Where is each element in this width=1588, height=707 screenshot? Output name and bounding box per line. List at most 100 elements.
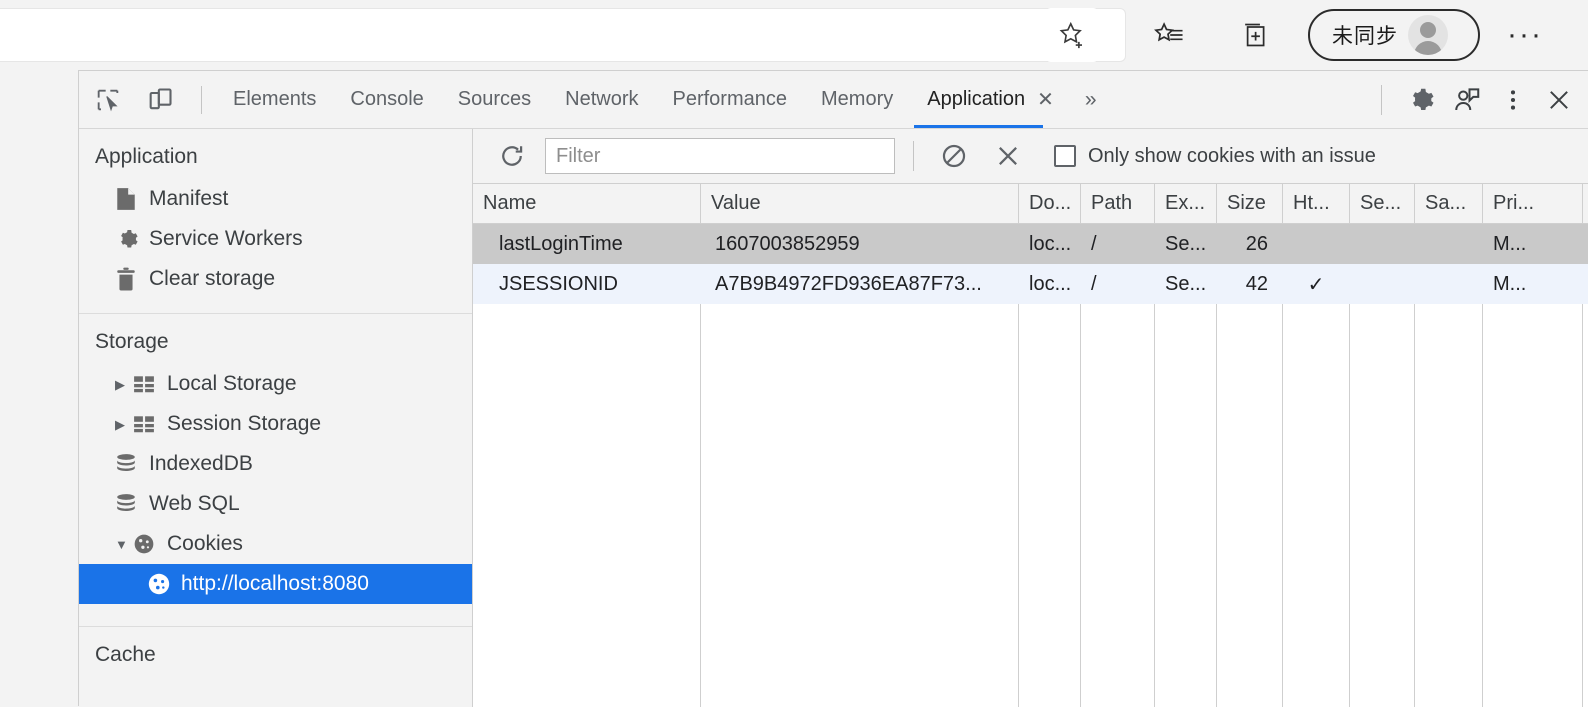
column-header-size[interactable]: Size [1217, 184, 1283, 223]
devtools-content: Application Manifest Service Workers [79, 129, 1588, 707]
cookie-icon [133, 533, 163, 555]
tab-performance[interactable]: Performance [656, 71, 805, 128]
cookies-filter-bar: Only show cookies with an issue [473, 129, 1588, 184]
sidebar-item-service-workers[interactable]: Service Workers [79, 219, 472, 259]
chevron-down-icon[interactable]: ▼ [115, 538, 133, 551]
column-header-value[interactable]: Value [701, 184, 1019, 223]
tab-label: Sources [458, 88, 531, 111]
tab-label: Network [565, 88, 638, 111]
sidebar-item-label: http://localhost:8080 [181, 572, 369, 596]
chevron-right-icon[interactable]: ▶ [115, 418, 133, 431]
sidebar-item-session-storage[interactable]: ▶ Session Storage [79, 404, 472, 444]
only-issues-checkbox-row[interactable]: Only show cookies with an issue [1054, 145, 1376, 168]
cell-path: / [1081, 264, 1155, 304]
tab-memory[interactable]: Memory [804, 71, 910, 128]
tab-label: Memory [821, 88, 893, 111]
clear-all-cookies-icon[interactable] [932, 134, 976, 178]
more-options-icon[interactable] [1490, 77, 1536, 123]
sidebar-item-indexeddb[interactable]: IndexedDB [79, 444, 472, 484]
tab-elements[interactable]: Elements [216, 71, 333, 128]
device-toolbar-icon[interactable] [137, 77, 183, 123]
browser-more-settings-icon[interactable]: ··· [1498, 20, 1552, 50]
chevron-double-right-glyph: » [1085, 88, 1097, 112]
only-issues-checkbox[interactable] [1054, 145, 1076, 167]
cell-priority: M... [1483, 224, 1583, 264]
sidebar-item-manifest[interactable]: Manifest [79, 179, 472, 219]
only-issues-label: Only show cookies with an issue [1088, 145, 1376, 168]
table-header-row: Name Value Do... Path Ex... Size Ht... S… [473, 184, 1588, 224]
tab-overflow-icon[interactable]: » [1071, 71, 1111, 128]
cell-samesite [1415, 224, 1483, 264]
sidebar-item-local-storage[interactable]: ▶ Local Storage [79, 364, 472, 404]
column-header-name[interactable]: Name [473, 184, 701, 223]
table-row[interactable]: lastLoginTime 1607003852959 loc... / Se.… [473, 224, 1588, 264]
cell-samesite [1415, 264, 1483, 304]
refresh-icon[interactable] [491, 135, 533, 177]
sidebar-section-cache-title: Cache [79, 627, 472, 677]
toolbar-separator [1381, 85, 1382, 115]
sidebar-item-clear-storage[interactable]: Clear storage [79, 259, 472, 299]
column-header-domain[interactable]: Do... [1019, 184, 1081, 223]
sidebar-item-label: Service Workers [149, 227, 303, 251]
devtools-toolbar-actions [1365, 71, 1588, 128]
sidebar-item-label: Local Storage [167, 372, 297, 396]
cell-size: 42 [1217, 264, 1283, 304]
sidebar-item-label: Web SQL [149, 492, 240, 516]
tab-label: Application [927, 88, 1025, 111]
filter-separator [913, 141, 914, 171]
cell-name: JSESSIONID [473, 264, 701, 304]
table-row[interactable]: JSESSIONID A7B9B4972FD936EA87F73... loc.… [473, 264, 1588, 304]
column-header-samesite[interactable]: Sa... [1415, 184, 1483, 223]
tab-network[interactable]: Network [548, 71, 655, 128]
tab-console[interactable]: Console [333, 71, 440, 128]
inspect-element-icon[interactable] [85, 77, 131, 123]
database-icon [115, 453, 145, 475]
devtools-tab-bar: Elements Console Sources Network Perform… [79, 71, 1588, 129]
sync-status-label: 未同步 [1332, 20, 1398, 50]
tab-label: Console [350, 88, 423, 111]
profile-sync-button[interactable]: 未同步 [1308, 9, 1480, 61]
cell-expires: Se... [1155, 224, 1217, 264]
column-header-httponly[interactable]: Ht... [1283, 184, 1350, 223]
sidebar-item-label: Cookies [167, 532, 243, 556]
application-sidebar[interactable]: Application Manifest Service Workers [79, 129, 473, 707]
sidebar-section-application-title: Application [79, 129, 472, 179]
table-grid-icon [133, 413, 163, 435]
ellipsis-glyph: ··· [1507, 30, 1543, 40]
sidebar-item-label: IndexedDB [149, 452, 253, 476]
column-header-expires[interactable]: Ex... [1155, 184, 1217, 223]
sidebar-item-web-sql[interactable]: Web SQL [79, 484, 472, 524]
cookies-table[interactable]: Name Value Do... Path Ex... Size Ht... S… [473, 184, 1588, 707]
database-icon [115, 493, 145, 515]
cell-name: lastLoginTime [473, 224, 701, 264]
favorite-star-icon[interactable] [1045, 8, 1099, 62]
address-bar[interactable] [0, 8, 1126, 62]
service-worker-gear-icon [115, 227, 145, 251]
tab-label: Performance [673, 88, 788, 111]
tab-application[interactable]: Application ✕ [910, 71, 1071, 128]
close-devtools-icon[interactable] [1536, 77, 1582, 123]
collections-icon[interactable] [1228, 8, 1282, 62]
tab-sources[interactable]: Sources [441, 71, 548, 128]
column-header-secure[interactable]: Se... [1350, 184, 1415, 223]
sidebar-item-cookie-origin[interactable]: http://localhost:8080 [79, 564, 472, 604]
column-header-priority[interactable]: Pri... [1483, 184, 1583, 223]
sidebar-item-cookies[interactable]: ▼ Cookies [79, 524, 472, 564]
cookies-panel: Only show cookies with an issue [473, 129, 1588, 707]
cell-domain: loc... [1019, 264, 1081, 304]
settings-gear-icon[interactable] [1398, 77, 1444, 123]
tab-label: Elements [233, 88, 316, 111]
cell-httponly [1283, 224, 1350, 264]
search-input[interactable] [545, 138, 895, 174]
cell-value: 1607003852959 [701, 224, 1019, 264]
column-header-path[interactable]: Path [1081, 184, 1155, 223]
delete-selected-cookie-icon[interactable] [986, 134, 1030, 178]
chevron-right-icon[interactable]: ▶ [115, 378, 133, 391]
cell-priority: M... [1483, 264, 1583, 304]
clear-storage-trash-icon [115, 267, 145, 291]
browser-toolbar: 未同步 ··· [0, 0, 1588, 70]
feedback-icon[interactable] [1444, 77, 1490, 123]
favorites-list-icon[interactable] [1142, 8, 1196, 62]
sidebar-item-label: Clear storage [149, 267, 275, 291]
close-icon[interactable]: ✕ [1037, 87, 1054, 112]
